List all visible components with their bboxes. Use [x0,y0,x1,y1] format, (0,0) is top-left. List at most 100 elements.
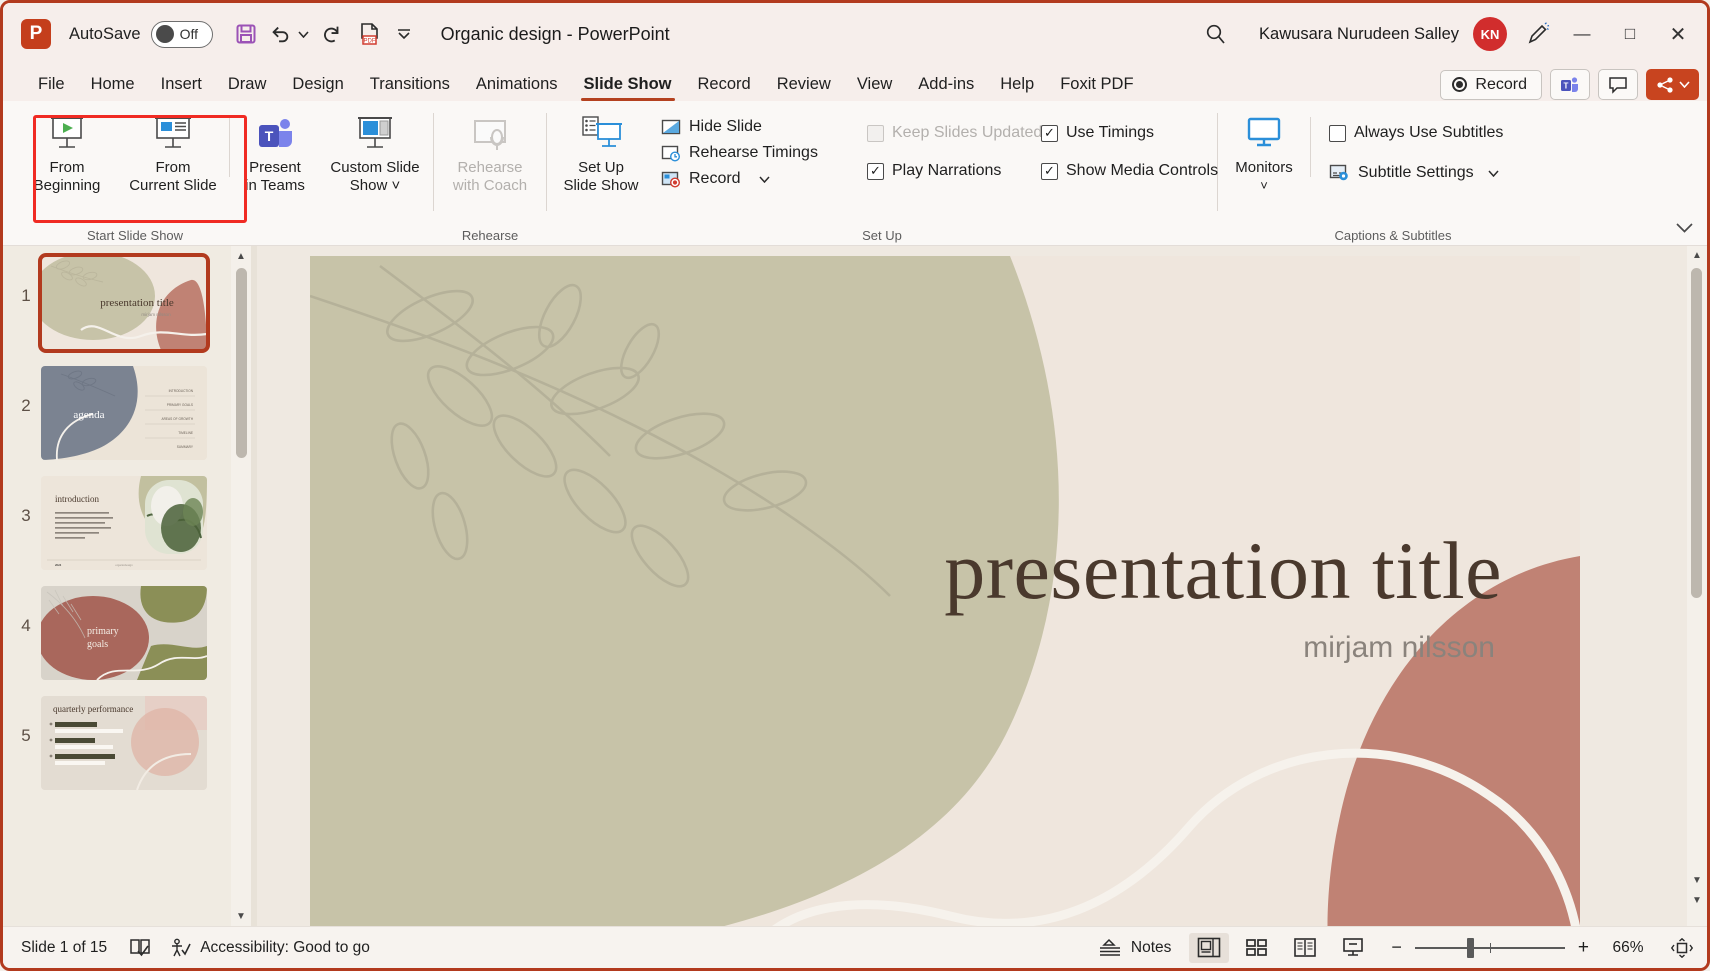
thumbnail-item-5[interactable]: 5 quarterly performance [3,696,251,792]
slide-thumbnail-pane[interactable]: 1 [3,246,251,926]
zoom-slider-midpoint [1490,943,1492,953]
custom-slide-show-button[interactable]: Custom Slide Show ˅ [320,107,430,195]
autosave-toggle[interactable]: Off [151,21,213,48]
scroll-up-arrow-icon[interactable]: ▲ [236,246,246,266]
slide-subtitle-text[interactable]: mirjam nilsson [310,631,1495,665]
view-normal-button[interactable] [1189,933,1229,963]
collapse-ribbon-button[interactable] [1676,220,1693,237]
keep-slides-updated-checkbox[interactable]: Keep Slides Updated [861,121,1029,145]
autosave-state-label: Off [180,26,198,42]
slide-counter[interactable]: Slide 1 of 15 [21,939,107,957]
thumbnail-number: 4 [11,586,41,636]
zoom-slider[interactable] [1415,947,1565,949]
svg-text:quarterly performance: quarterly performance [53,704,133,714]
canvas-scrollbar[interactable]: ▲ ▼ ▼ [1687,246,1707,926]
slide-title-text[interactable]: presentation title [310,524,1502,618]
tab-transitions[interactable]: Transitions [357,71,463,101]
always-use-subtitles-checkbox[interactable]: Always Use Subtitles [1323,121,1509,145]
view-slide-show-button[interactable] [1333,933,1373,963]
avatar[interactable]: KN [1473,17,1507,51]
custom-slide-show-icon [351,113,399,159]
from-current-slide-button[interactable]: From Current Slide [117,107,229,195]
set-up-slide-show-button[interactable]: Set Up Slide Show [547,107,655,195]
teams-meeting-button[interactable]: T [1550,69,1590,100]
tab-animations[interactable]: Animations [463,71,571,101]
user-name[interactable]: Kawusara Nurudeen Salley [1259,25,1459,44]
play-narrations-checkbox[interactable]: ✓ Play Narrations [861,159,1029,183]
search-icon[interactable] [1197,15,1235,53]
hide-slide-button[interactable]: Hide Slide [655,115,839,139]
maximize-button[interactable]: □ [1607,11,1653,57]
tab-file[interactable]: File [25,71,78,101]
status-bar: Slide 1 of 15 Accessibility: Good to go … [3,926,1707,968]
customize-quick-access-icon[interactable] [389,15,419,53]
show-media-controls-checkbox[interactable]: ✓ Show Media Controls [1035,159,1215,183]
tab-slide-show[interactable]: Slide Show [571,71,685,101]
view-reading-button[interactable] [1285,933,1325,963]
canvas-scroll-down-icon[interactable]: ▼ [1687,875,1707,886]
present-in-teams-button[interactable]: T Present in Teams [230,107,320,195]
view-slide-sorter-button[interactable] [1237,933,1277,963]
tab-foxit-pdf[interactable]: Foxit PDF [1047,71,1146,101]
monitors-button[interactable]: Monitors ˅ [1218,107,1310,195]
tab-record[interactable]: Record [685,71,764,101]
accessibility-status[interactable]: Accessibility: Good to go [169,938,370,958]
rehearse-with-coach-button[interactable]: Rehearse with Coach [434,107,546,195]
rehearse-timings-icon [661,145,681,162]
set-up-small-commands: Hide Slide Rehearse Timings Record [655,107,839,191]
record-slide-show-button[interactable]: Record [655,167,839,191]
thumbnail-item-3[interactable]: 3 introduction [3,476,251,572]
export-pdf-icon[interactable]: PDF [351,15,389,53]
thumbnail-item-2[interactable]: 2 agenda [3,366,251,462]
thumbnail-slide-1[interactable]: presentation title mirjam nilsson [41,256,207,350]
scroll-down-arrow-icon[interactable]: ▼ [236,906,246,926]
slide-canvas-area[interactable]: presentation title mirjam nilsson ▲ ▼ ▼ [257,246,1707,926]
use-timings-checkbox[interactable]: ✓ Use Timings [1035,121,1215,145]
thumbnail-slide-3[interactable]: introduction 2024 organicdesign [41,476,207,570]
redo-icon[interactable] [313,15,351,53]
zoom-slider-handle[interactable] [1467,938,1474,958]
notes-button[interactable]: Notes [1098,938,1172,958]
minimize-button[interactable]: — [1559,11,1605,57]
thumbnail-item-1[interactable]: 1 [3,256,251,352]
canvas-scroll-up-icon[interactable]: ▲ [1687,250,1707,261]
tab-add-ins[interactable]: Add-ins [905,71,987,101]
zoom-control[interactable]: − + 66% [1391,937,1693,959]
rehearse-timings-button[interactable]: Rehearse Timings [655,141,839,165]
thumbnail-slide-5[interactable]: quarterly performance [41,696,207,790]
undo-dropdown-icon[interactable] [295,15,313,53]
pen-annotate-icon[interactable] [1519,15,1557,53]
thumbnail-scrollbar-thumb[interactable] [236,268,247,458]
zoom-out-button[interactable]: − [1391,937,1402,958]
tab-design[interactable]: Design [279,71,356,101]
tab-help[interactable]: Help [987,71,1047,101]
tab-review[interactable]: Review [764,71,844,101]
monitors-label: Monitors [1235,159,1293,177]
undo-icon[interactable] [265,15,295,53]
current-slide[interactable]: presentation title mirjam nilsson [310,256,1580,926]
save-icon[interactable] [227,15,265,53]
fit-to-window-button[interactable] [1671,938,1693,958]
thumbnail-4-art: primary goals [41,586,207,680]
share-button[interactable] [1646,69,1699,100]
zoom-in-button[interactable]: + [1578,937,1589,959]
tab-insert[interactable]: Insert [148,71,215,101]
record-button[interactable]: Record [1440,70,1542,100]
thumbnail-item-4[interactable]: 4 primary goals [3,586,251,682]
thumbnail-slide-4[interactable]: primary goals [41,586,207,680]
tab-home[interactable]: Home [78,71,148,101]
canvas-scrollbar-thumb[interactable] [1691,268,1702,598]
canvas-scroll-next-slide-icon[interactable]: ▼ [1687,895,1707,906]
close-button[interactable]: ✕ [1655,11,1701,57]
tab-draw[interactable]: Draw [215,71,280,101]
zoom-percent-label[interactable]: 66% [1602,939,1654,957]
thumbnail-slide-2[interactable]: agenda INTRODUCTION PRIMARY GOALS AREAS … [41,366,207,460]
chevron-down-icon [1488,170,1499,177]
language-button[interactable] [129,938,151,958]
comments-button[interactable] [1598,69,1638,100]
tab-view[interactable]: View [844,71,905,101]
checkbox-box-checked: ✓ [867,163,884,180]
thumbnail-scrollbar[interactable]: ▲ ▼ [231,246,251,926]
subtitle-settings-button[interactable]: Subtitle Settings [1323,161,1509,185]
from-beginning-button[interactable]: From Beginning [17,107,117,195]
